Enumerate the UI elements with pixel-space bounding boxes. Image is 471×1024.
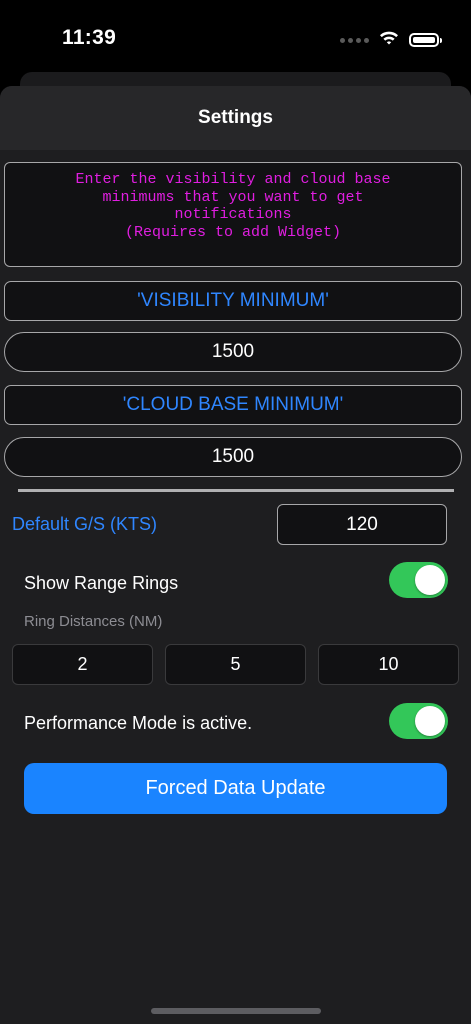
status-bar: 11:39 [0,0,471,70]
forced-data-update-button[interactable]: Forced Data Update [24,763,447,814]
range-rings-toggle[interactable] [389,562,448,598]
cellular-signal-icon [340,37,369,43]
toggle-knob [415,565,445,595]
performance-mode-toggle[interactable] [389,703,448,739]
visibility-minimum-label: 'VISIBILITY MINIMUM' [4,281,462,321]
info-line: Enter the visibility and cloud base [75,171,391,188]
ground-speed-label: Default G/S (KTS) [12,514,158,534]
ground-speed-input[interactable]: 120 [277,504,447,545]
ring-distances-label: Ring Distances (NM) [24,613,163,630]
page-title: Settings [198,107,273,128]
info-message: Enter the visibility and cloud base mini… [4,162,462,267]
info-line: minimums that you want to get [102,188,364,206]
status-icons [340,30,442,50]
performance-mode-label: Performance Mode is active. [24,713,253,733]
cloud-base-minimum-label: 'CLOUD BASE MINIMUM' [4,385,462,425]
info-line: (Requires to add Widget) [124,223,342,241]
battery-icon [409,33,442,47]
wifi-icon [379,30,399,50]
visibility-minimum-input[interactable]: 1500 [4,332,462,372]
ring-distance-input-2[interactable]: 5 [165,644,306,685]
status-time: 11:39 [62,26,117,49]
info-line: notifications [174,206,292,223]
ring-distance-input-3[interactable]: 10 [318,644,459,685]
ring-distance-input-1[interactable]: 2 [12,644,153,685]
divider [18,489,454,492]
sheet-header: Settings [0,86,471,150]
cloud-base-minimum-input[interactable]: 1500 [4,437,462,477]
settings-sheet: Settings Enter the visibility and cloud … [0,86,471,1024]
range-rings-label: Show Range Rings [24,573,179,593]
toggle-knob [415,706,445,736]
home-indicator [151,1008,321,1014]
